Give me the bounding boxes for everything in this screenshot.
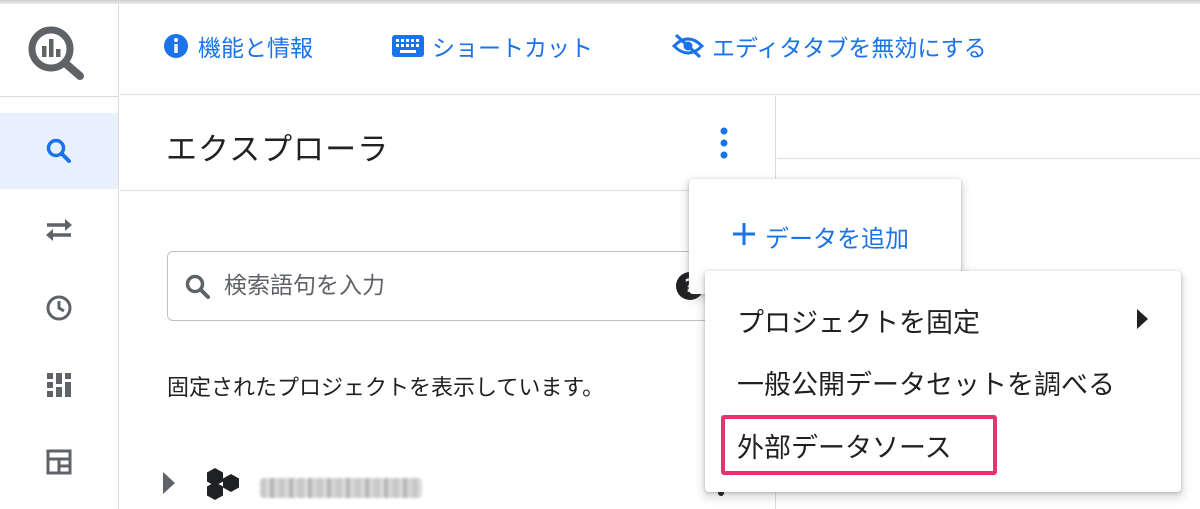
rail-divider — [0, 96, 119, 97]
project-hexagons-icon — [206, 468, 240, 504]
table-grid-icon — [45, 448, 73, 476]
expand-caret-icon[interactable] — [163, 472, 175, 494]
shortcuts-label: ショートカット — [432, 36, 593, 62]
disable-editor-tabs-label: エディタタブを無効にする — [712, 36, 987, 62]
explorer-divider — [120, 190, 776, 191]
keyboard-icon — [392, 35, 424, 57]
features-info-button[interactable]: 機能と情報 — [162, 30, 313, 62]
editor-area-divider — [777, 158, 1200, 159]
rail-item-search[interactable] — [0, 113, 118, 189]
add-data-submenu: プロジェクトを固定 一般公開データセットを調べる 外部データソース — [705, 271, 1181, 492]
left-nav-rail — [0, 4, 119, 509]
features-info-label: 機能と情報 — [198, 36, 313, 62]
rail-item-history[interactable] — [0, 270, 118, 346]
submenu-arrow-icon — [1137, 309, 1148, 329]
search-icon — [184, 273, 212, 305]
explorer-search-box[interactable]: ? — [167, 251, 747, 321]
highlight-annotation-box — [721, 415, 997, 475]
transfer-arrows-icon — [45, 218, 73, 242]
visibility-off-icon — [672, 33, 704, 59]
info-icon — [162, 32, 190, 60]
shortcuts-button[interactable]: ショートカット — [392, 30, 593, 62]
plus-icon — [733, 222, 755, 251]
project-row[interactable] — [160, 468, 760, 508]
dashboard-blocks-icon — [45, 371, 73, 399]
explorer-search-input[interactable] — [224, 266, 664, 306]
rail-item-transfers[interactable] — [0, 192, 118, 268]
explorer-panel: エクスプローラ ? 固定されたプロジェクトを表示しています。 — [120, 96, 776, 509]
explorer-title: エクスプローラ — [166, 132, 390, 168]
disable-editor-tabs-button[interactable]: エディタタブを無効にする — [672, 30, 987, 62]
pinned-projects-message: 固定されたプロジェクトを表示しています。 — [167, 376, 605, 401]
project-name-redacted — [260, 478, 422, 498]
pin-project-menu-item[interactable]: プロジェクトを固定 — [737, 301, 980, 340]
rail-item-tables[interactable] — [0, 424, 118, 500]
search-icon — [45, 137, 73, 165]
more-vert-icon — [712, 127, 736, 166]
bigquery-logo-icon[interactable] — [28, 26, 86, 80]
history-clock-icon — [45, 294, 73, 322]
rail-item-dashboard[interactable] — [0, 347, 118, 423]
top-toolbar: 機能と情報 ショートカット エディタタブを無効にする — [120, 4, 1200, 95]
add-data-menu-item[interactable]: データを追加 — [733, 219, 909, 254]
add-data-label: データを追加 — [765, 225, 909, 253]
explorer-more-button[interactable] — [712, 126, 736, 162]
explore-public-datasets-menu-item[interactable]: 一般公開データセットを調べる — [737, 363, 1115, 402]
